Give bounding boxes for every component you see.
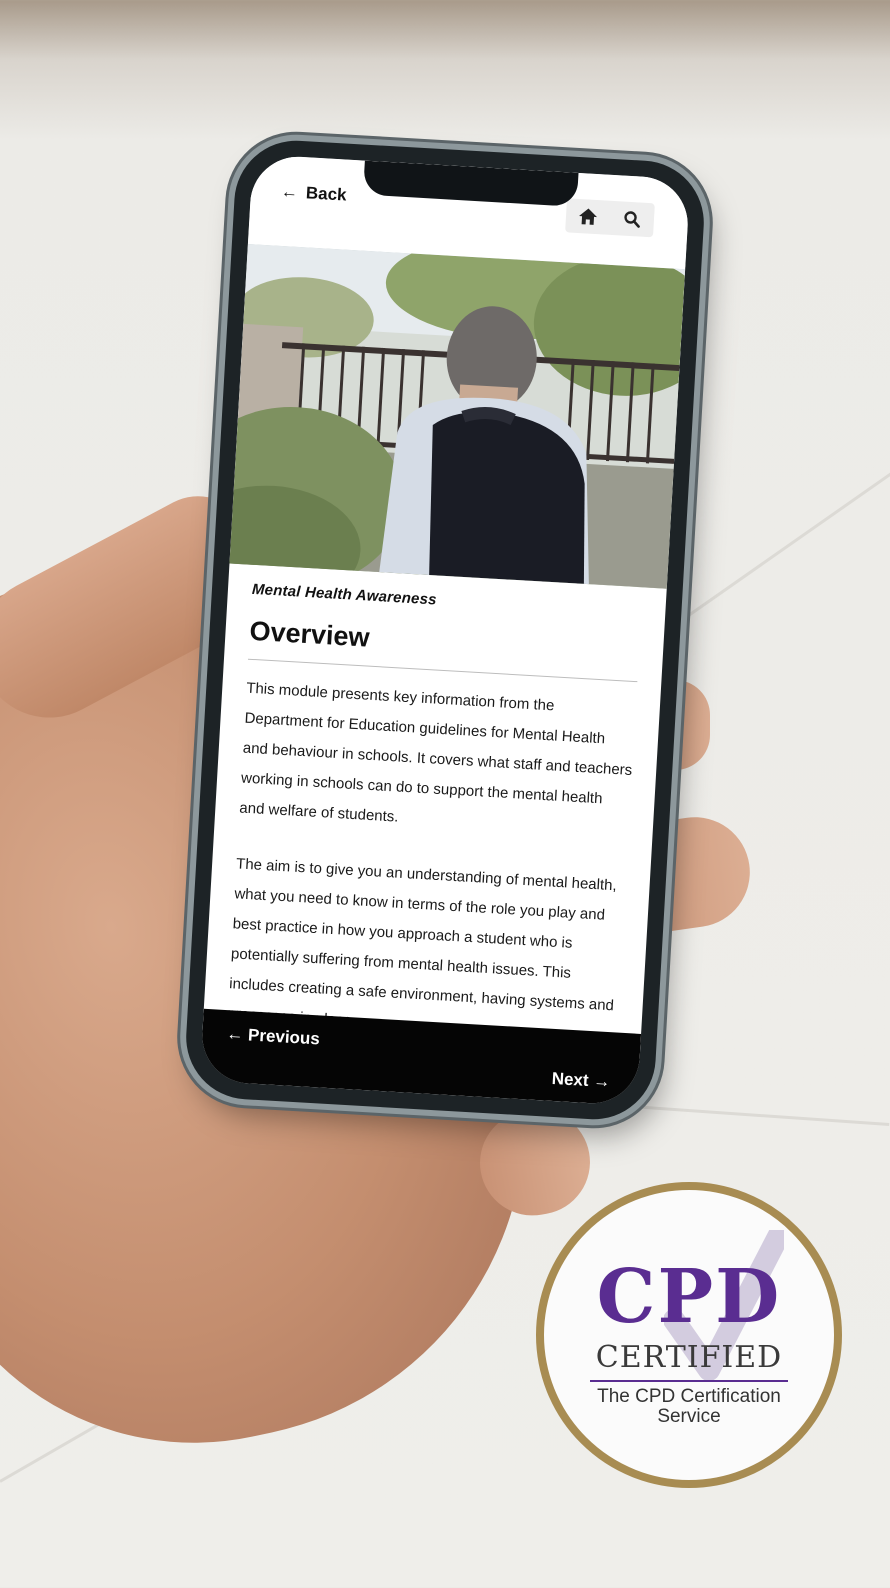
course-title: Mental Health Awareness	[251, 580, 438, 609]
badge-certified-text: CERTIFIED	[595, 1340, 783, 1375]
phone-frame: ← Back Mental Health Awareness Overview …	[182, 137, 708, 1123]
previous-label: Previous	[247, 1025, 321, 1049]
badge-divider	[590, 1380, 788, 1382]
next-label: Next	[551, 1068, 590, 1090]
lesson-hero-image	[229, 244, 686, 589]
header-icon-group	[565, 198, 655, 238]
table-plank	[679, 471, 890, 623]
phone-screen: ← Back Mental Health Awareness Overview …	[199, 154, 691, 1106]
schoolboy-photo	[229, 244, 686, 589]
arrow-right-icon: →	[588, 1071, 611, 1092]
home-icon	[579, 208, 598, 225]
back-label: Back	[305, 183, 348, 205]
lesson-paragraph: This module presents key information fro…	[238, 679, 633, 826]
badge-service-line: Service	[657, 1406, 721, 1427]
lesson-content: Mental Health Awareness Overview This mo…	[201, 565, 666, 1078]
previous-button[interactable]: ← Previous	[225, 1024, 321, 1049]
arrow-left-icon: ←	[280, 181, 299, 202]
phone: ← Back Mental Health Awareness Overview …	[182, 137, 708, 1123]
badge-cpd-text: CPD	[596, 1254, 782, 1340]
home-button[interactable]	[565, 198, 611, 234]
next-button[interactable]: Next →	[551, 1069, 611, 1092]
search-icon	[624, 211, 640, 228]
cpd-certified-badge: CPD CERTIFIED The CPD Certification Serv…	[536, 1182, 842, 1488]
badge-service-line: The CPD Certification	[597, 1386, 781, 1407]
arrow-left-icon: ←	[225, 1024, 249, 1045]
search-button[interactable]	[609, 201, 655, 237]
back-button[interactable]: ← Back	[280, 182, 347, 206]
